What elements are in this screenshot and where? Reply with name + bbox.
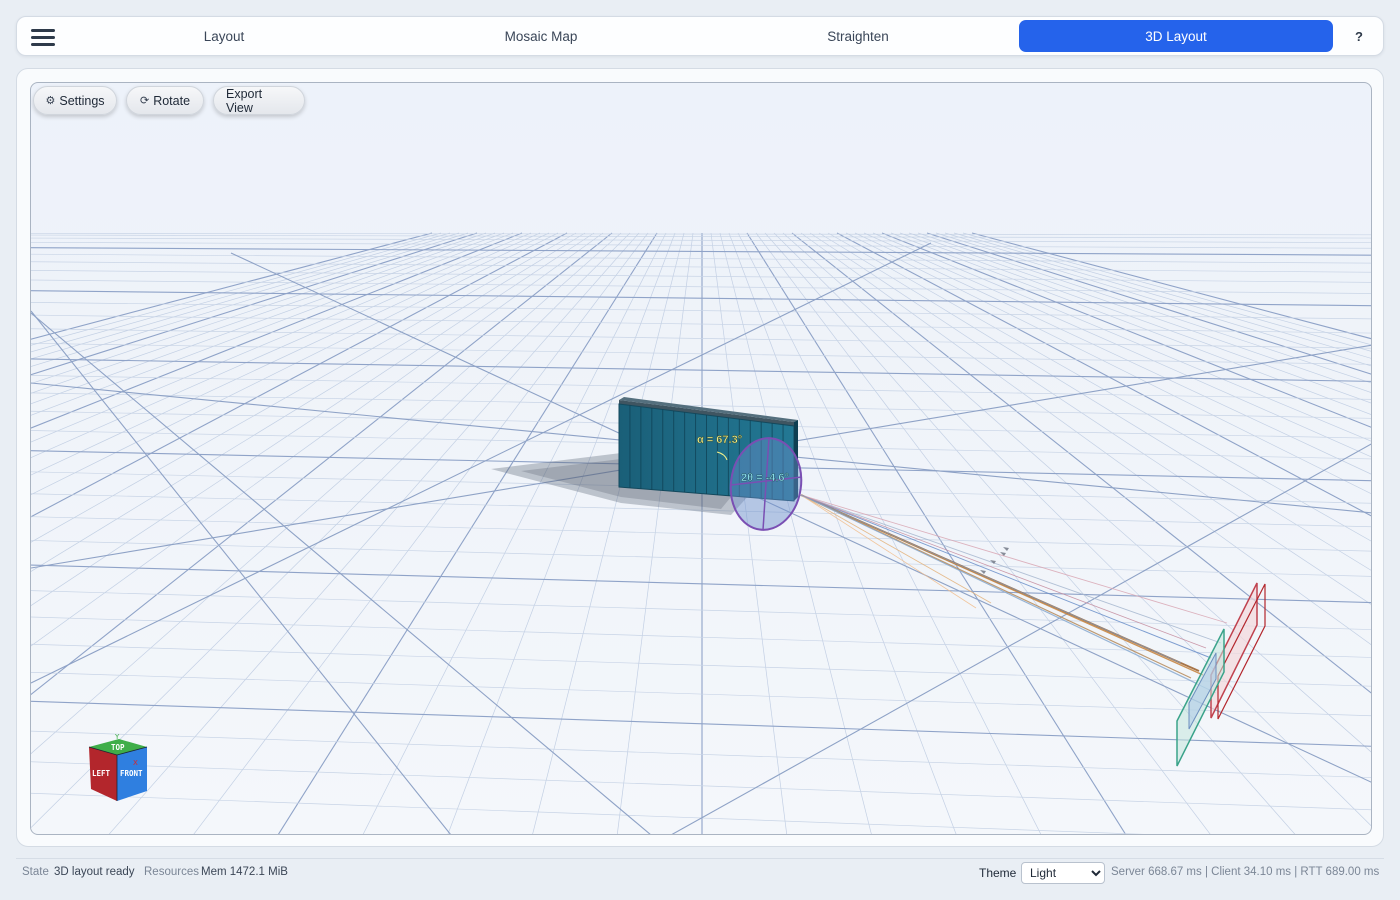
perf-stats: Server 668.67 ms | Client 34.10 ms | RTT…: [1111, 866, 1380, 878]
gear-icon: ⚙: [45, 95, 56, 107]
export-view-button[interactable]: Export View: [213, 86, 305, 115]
orientation-cube[interactable]: TOP LEFT FRONT Y X: [88, 733, 148, 801]
tab-mosaic-map[interactable]: Mosaic Map: [384, 20, 698, 52]
hamburger-menu-icon[interactable]: [27, 23, 59, 51]
alpha-label: α = 67.3°: [697, 434, 742, 446]
export-view-label: Export View: [226, 86, 263, 115]
main-panel: α = 67.3° 2θ = -4.6° TOP LEFT FRONT Y X: [16, 68, 1384, 847]
cube-axis-y-label: Y: [114, 733, 120, 741]
3d-scene[interactable]: α = 67.3° 2θ = -4.6° TOP LEFT FRONT Y X: [31, 83, 1372, 835]
floor-grid: [31, 232, 1371, 834]
two-theta-label: 2θ = -4.6°: [741, 472, 789, 484]
state-label: State: [22, 866, 49, 878]
state-value: 3D layout ready: [54, 866, 135, 878]
tab-layout[interactable]: Layout: [67, 20, 381, 52]
help-button[interactable]: ?: [1347, 20, 1371, 52]
rotate-icon: ⟳: [139, 95, 150, 107]
resources-value: Mem 1472.1 MiB: [201, 866, 288, 878]
top-nav: Layout Mosaic Map Straighten 3D Layout ?: [16, 16, 1384, 56]
resources-label: Resources: [144, 866, 199, 878]
3d-viewport[interactable]: α = 67.3° 2θ = -4.6° TOP LEFT FRONT Y X: [30, 82, 1372, 835]
rotate-button-label: Rotate: [153, 93, 191, 108]
cube-axis-x-label: X: [133, 759, 138, 767]
tab-straighten[interactable]: Straighten: [701, 20, 1015, 52]
settings-button-label: Settings: [59, 93, 105, 108]
cube-top-label: TOP: [111, 743, 125, 752]
cube-left-label: LEFT: [92, 769, 111, 778]
rotate-button[interactable]: ⟳ Rotate: [126, 86, 204, 115]
tab-3d-layout[interactable]: 3D Layout: [1019, 20, 1333, 52]
settings-button[interactable]: ⚙ Settings: [33, 86, 117, 115]
status-bar: State 3D layout ready Resources Mem 1472…: [16, 858, 1384, 886]
two-theta-annotation: 2θ = -4.6°: [741, 472, 789, 484]
theme-select[interactable]: Light Dark: [1021, 862, 1105, 884]
detector-panel[interactable]: [1176, 582, 1266, 767]
theme-label: Theme: [979, 866, 1017, 880]
diffraction-rays: [800, 494, 1228, 694]
cube-front-label: FRONT: [120, 769, 143, 778]
